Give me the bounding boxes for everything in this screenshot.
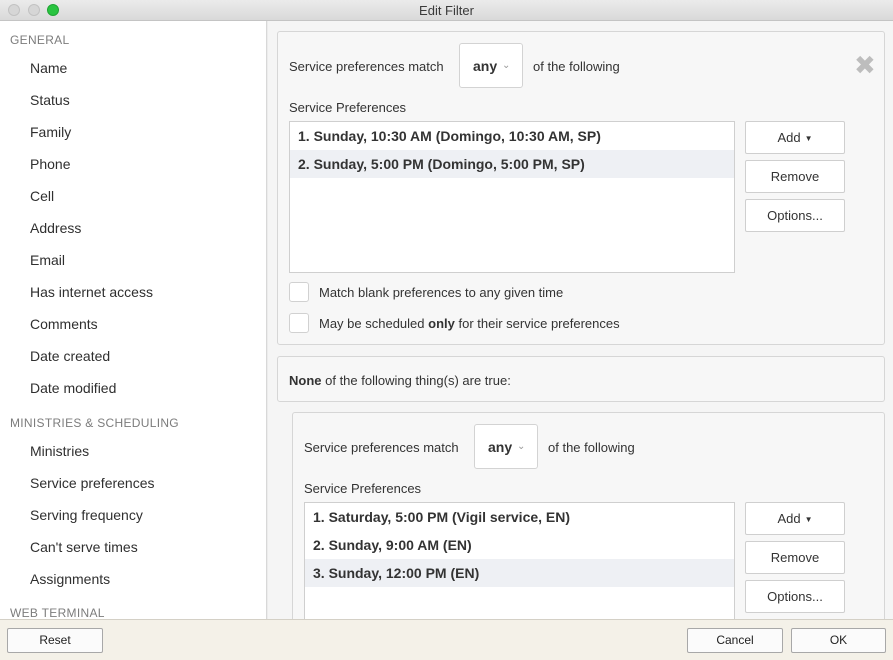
list-item[interactable]: 1. Sunday, 10:30 AM (Domingo, 10:30 AM, … bbox=[290, 122, 734, 150]
title-bar: Edit Filter bbox=[0, 0, 893, 21]
sidebar-item-date-created[interactable]: Date created bbox=[30, 348, 110, 364]
sidebar-item-cant-serve-times[interactable]: Can't serve times bbox=[30, 539, 138, 555]
sidebar-item-name[interactable]: Name bbox=[30, 60, 67, 76]
list-item[interactable]: 3. Sunday, 12:00 PM (EN) bbox=[305, 559, 734, 587]
ok-button[interactable]: OK bbox=[791, 628, 886, 653]
sidebar-item-service-preferences[interactable]: Service preferences bbox=[30, 475, 155, 491]
scheduled-only-label: May be scheduled only for their service … bbox=[319, 316, 620, 331]
add-button-label: Add bbox=[777, 511, 801, 526]
sidebar-item-ministries[interactable]: Ministries bbox=[30, 443, 89, 459]
close-icon[interactable]: ✖ bbox=[854, 52, 876, 78]
sidebar-heading-general: GENERAL bbox=[10, 33, 70, 47]
sidebar-item-comments[interactable]: Comments bbox=[30, 316, 98, 332]
service-preferences-list[interactable]: 1. Saturday, 5:00 PM (Vigil service, EN)… bbox=[304, 502, 735, 619]
match-mode-select[interactable]: any ⌄ bbox=[459, 43, 523, 88]
chevron-down-icon: ⌄ bbox=[517, 441, 526, 452]
sidebar-item-has-internet-access[interactable]: Has internet access bbox=[30, 284, 153, 300]
options-button[interactable]: Options... bbox=[745, 580, 845, 613]
match-prefix-label: Service preferences match bbox=[289, 59, 444, 74]
add-button[interactable]: Add ▼ bbox=[745, 121, 845, 154]
chevron-down-icon: ⌄ bbox=[502, 60, 511, 71]
sidebar-heading-web-terminal: WEB TERMINAL bbox=[10, 606, 105, 619]
filter-editor: Service preferences match any ⌄ of the f… bbox=[268, 21, 893, 619]
caret-down-icon: ▼ bbox=[804, 515, 813, 524]
add-button[interactable]: Add ▼ bbox=[745, 502, 845, 535]
service-preferences-list[interactable]: 1. Sunday, 10:30 AM (Domingo, 10:30 AM, … bbox=[289, 121, 735, 273]
reset-button[interactable]: Reset bbox=[7, 628, 103, 653]
service-preferences-filter-panel: Service preferences match any ⌄ of the f… bbox=[277, 31, 885, 345]
none-group-label: None of the following thing(s) are true: bbox=[289, 373, 511, 388]
sidebar-item-assignments[interactable]: Assignments bbox=[30, 571, 110, 587]
match-suffix-label: of the following bbox=[548, 440, 635, 455]
list-label: Service Preferences bbox=[289, 100, 407, 115]
list-item[interactable]: 2. Sunday, 9:00 AM (EN) bbox=[305, 531, 734, 559]
list-item[interactable]: 2. Sunday, 5:00 PM (Domingo, 5:00 PM, SP… bbox=[290, 150, 734, 178]
match-mode-value: any bbox=[473, 58, 498, 74]
add-button-label: Add bbox=[777, 130, 801, 145]
sidebar-item-phone[interactable]: Phone bbox=[30, 156, 70, 172]
none-group-header: None of the following thing(s) are true: bbox=[277, 356, 885, 402]
match-prefix-label: Service preferences match bbox=[304, 440, 459, 455]
dialog-footer: Reset Cancel OK bbox=[0, 619, 893, 660]
sidebar: GENERAL Name Status Family Phone Cell Ad… bbox=[0, 21, 267, 619]
window-title: Edit Filter bbox=[419, 3, 474, 18]
sidebar-item-family[interactable]: Family bbox=[30, 124, 71, 140]
sidebar-item-cell[interactable]: Cell bbox=[30, 188, 54, 204]
sidebar-item-email[interactable]: Email bbox=[30, 252, 65, 268]
match-blank-label: Match blank preferences to any given tim… bbox=[319, 285, 564, 300]
match-mode-value: any bbox=[488, 439, 513, 455]
nested-service-preferences-filter-panel: Service preferences match any ⌄ of the f… bbox=[292, 412, 885, 619]
match-mode-select[interactable]: any ⌄ bbox=[474, 424, 538, 469]
remove-button[interactable]: Remove bbox=[745, 541, 845, 574]
list-item[interactable]: 1. Saturday, 5:00 PM (Vigil service, EN) bbox=[305, 503, 734, 531]
sidebar-item-address[interactable]: Address bbox=[30, 220, 81, 236]
sidebar-item-serving-frequency[interactable]: Serving frequency bbox=[30, 507, 143, 523]
sidebar-heading-ministries-scheduling: MINISTRIES & SCHEDULING bbox=[10, 416, 179, 430]
cancel-button[interactable]: Cancel bbox=[687, 628, 783, 653]
list-label: Service Preferences bbox=[304, 481, 422, 496]
remove-button[interactable]: Remove bbox=[745, 160, 845, 193]
options-button[interactable]: Options... bbox=[745, 199, 845, 232]
sidebar-item-status[interactable]: Status bbox=[30, 92, 70, 108]
match-suffix-label: of the following bbox=[533, 59, 620, 74]
match-blank-checkbox[interactable] bbox=[289, 282, 309, 302]
caret-down-icon: ▼ bbox=[804, 134, 813, 143]
scheduled-only-checkbox[interactable] bbox=[289, 313, 309, 333]
sidebar-item-date-modified[interactable]: Date modified bbox=[30, 380, 116, 396]
